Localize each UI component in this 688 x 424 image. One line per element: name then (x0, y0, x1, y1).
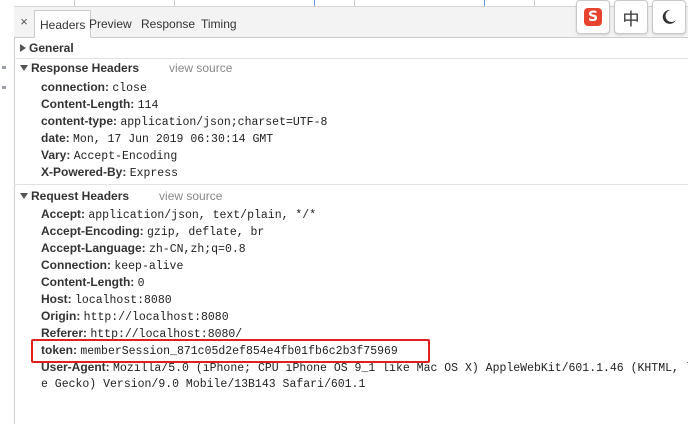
header-row: Accept-Language: zh-CN,zh;q=0.8 (41, 240, 246, 257)
header-value: 114 (137, 99, 159, 112)
header-value: close (112, 82, 147, 95)
header-row: Origin: http://localhost:8080 (41, 308, 229, 325)
user-agent-continuation: e Gecko) Version/9.0 Mobile/13B143 Safar… (41, 378, 366, 391)
header-value: application/json, text/plain, */* (88, 209, 317, 222)
header-row: X-Powered-By: Express (41, 164, 178, 181)
crescent-moon-icon (662, 9, 676, 24)
section-title: General (29, 41, 74, 55)
header-row: Accept-Encoding: gzip, deflate, br (41, 223, 264, 240)
header-value: Mozilla/5.0 (iPhone; CPU iPhone OS 9_1 l… (113, 362, 688, 375)
collapse-triangle-icon (20, 192, 28, 199)
headers-panel: General Response Headers view source conn… (14, 38, 688, 424)
header-value: memberSession_871c05d2ef854e4fb01fb6c2b3… (80, 345, 398, 358)
header-value: gzip, deflate, br (147, 226, 265, 239)
header-row: Content-Length: 114 (41, 96, 158, 113)
header-value: http://localhost:8080/ (90, 328, 243, 341)
header-row: Content-Length: 0 (41, 274, 145, 291)
header-value: Mon, 17 Jun 2019 06:30:14 GMT (73, 133, 274, 146)
header-key: content-type: (41, 114, 117, 128)
header-key: Accept-Encoding: (41, 224, 144, 238)
view-source-link[interactable]: view source (159, 189, 222, 203)
header-row-token: token: memberSession_871c05d2ef854e4fb01… (41, 342, 398, 359)
header-key: Content-Length: (41, 275, 135, 289)
tab-timing[interactable]: Timing (196, 10, 242, 37)
header-key: Host: (41, 292, 72, 306)
header-key: Vary: (41, 148, 71, 162)
header-key: User-Agent: (41, 360, 110, 374)
header-value: keep-alive (114, 260, 184, 273)
header-value: application/json;charset=UTF-8 (120, 116, 328, 129)
header-value: zh-CN,zh;q=0.8 (149, 243, 246, 256)
header-key: Accept-Language: (41, 241, 146, 255)
section-title: Request Headers (31, 189, 130, 203)
left-gutter (0, 0, 15, 424)
ime-night-mode-button[interactable] (652, 0, 686, 34)
header-row: connection: close (41, 79, 147, 96)
header-row: Connection: keep-alive (41, 257, 183, 274)
tab-preview[interactable]: Preview (84, 10, 137, 37)
header-key: X-Powered-By: (41, 165, 127, 179)
header-row: content-type: application/json;charset=U… (41, 113, 327, 130)
header-row: date: Mon, 17 Jun 2019 06:30:14 GMT (41, 130, 273, 147)
ime-toolbar: S 中 (576, 0, 688, 36)
tab-headers[interactable]: Headers (34, 10, 92, 38)
sogou-ime-button[interactable]: S (576, 0, 610, 34)
header-row: Referer: http://localhost:8080/ (41, 325, 242, 342)
view-source-link[interactable]: view source (169, 61, 232, 75)
header-value: localhost:8080 (75, 294, 172, 307)
header-value: 0 (137, 277, 145, 290)
header-key: connection: (41, 80, 109, 94)
header-key: Content-Length: (41, 97, 135, 111)
expand-triangle-icon (20, 43, 26, 52)
sogou-logo-icon: S (584, 8, 602, 26)
header-row: Host: localhost:8080 (41, 291, 172, 308)
divider (14, 184, 688, 185)
ime-language-button[interactable]: 中 (614, 0, 648, 34)
language-indicator: 中 (622, 9, 640, 30)
header-key: Accept: (41, 207, 86, 221)
header-key: Origin: (41, 309, 81, 323)
section-request-headers[interactable]: Request Headers view source (14, 186, 688, 206)
header-row: Accept: application/json, text/plain, */… (41, 206, 316, 223)
header-value: Accept-Encoding (73, 150, 178, 163)
section-response-headers[interactable]: Response Headers view source (14, 58, 688, 78)
header-value: Express (129, 167, 179, 180)
collapse-triangle-icon (20, 64, 28, 71)
header-key: Referer: (41, 326, 88, 340)
tab-response[interactable]: Response (136, 10, 200, 37)
header-row: Vary: Accept-Encoding (41, 147, 177, 164)
header-key: date: (41, 131, 70, 145)
gutter-mark (2, 66, 6, 69)
section-general[interactable]: General (14, 38, 688, 58)
header-key: token: (41, 343, 77, 357)
header-key: Connection: (41, 258, 111, 272)
header-value: http://localhost:8080 (83, 311, 229, 324)
close-icon[interactable]: × (16, 14, 32, 30)
gutter-mark (2, 86, 6, 89)
header-row: User-Agent: Mozilla/5.0 (iPhone; CPU iPh… (41, 359, 688, 376)
section-title: Response Headers (31, 61, 140, 75)
